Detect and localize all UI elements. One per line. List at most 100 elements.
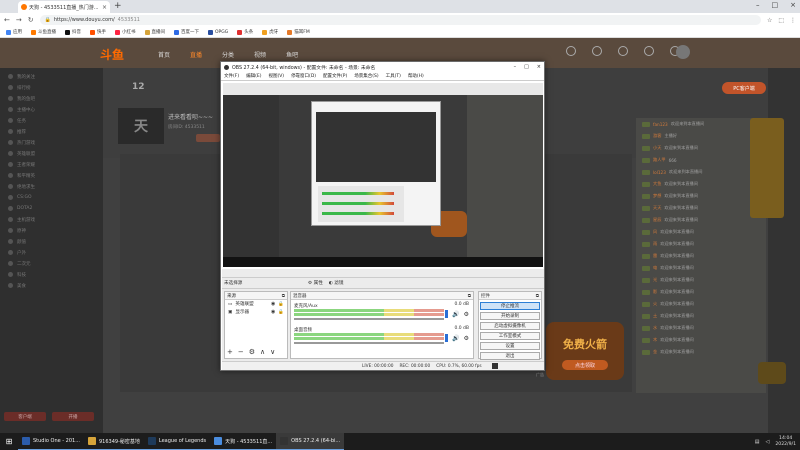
chat-username[interactable]: fan123	[653, 122, 668, 127]
network-icon[interactable]: ▤	[755, 439, 760, 445]
chat-username[interactable]: 大鱼	[653, 181, 661, 187]
sidebar-item[interactable]: 原神	[0, 225, 103, 236]
clock[interactable]: 14:04 2022/9/1	[775, 436, 796, 448]
obs-menu-item[interactable]: 工具(T)	[386, 73, 401, 79]
control-button[interactable]: 设置	[480, 342, 540, 350]
obs-maximize-icon[interactable]: □	[524, 64, 529, 70]
bookmark-item[interactable]: 虎牙	[262, 29, 278, 35]
sidebar-item[interactable]: 科技	[0, 269, 103, 280]
sidebar-item[interactable]: 我的关注	[0, 71, 103, 82]
sidebar-item[interactable]: 和平精英	[0, 170, 103, 181]
message-icon[interactable]	[618, 46, 628, 56]
obs-preview[interactable]	[223, 83, 543, 267]
chat-username[interactable]: 风	[653, 229, 657, 235]
control-button[interactable]: 启动虚拟摄像机	[480, 322, 540, 330]
minimize-icon[interactable]: –	[756, 1, 760, 9]
close-tab-icon[interactable]: ×	[102, 4, 107, 11]
close-window-icon[interactable]: ×	[790, 1, 796, 9]
source-item[interactable]: ▣ 显示器 ◉ 🔒	[225, 308, 287, 316]
remove-icon[interactable]: −	[238, 348, 244, 356]
bookmark-item[interactable]: 猫耳FM	[287, 29, 310, 35]
bookmark-item[interactable]: 应用	[6, 29, 22, 35]
chat-username[interactable]: 雷	[653, 253, 657, 259]
bookmark-item[interactable]: 小红书	[115, 29, 136, 35]
sidebar-item[interactable]: 主机游戏	[0, 214, 103, 225]
start-icon[interactable]: ⊞	[0, 433, 18, 450]
control-button[interactable]: 工作室模式	[480, 332, 540, 340]
volume-icon[interactable]: ◁	[766, 439, 770, 445]
taskbar-item[interactable]: 天狗 - 4533511直...	[210, 433, 277, 450]
start-live-button[interactable]: 开播	[52, 412, 94, 421]
bookmark-item[interactable]: 快手	[90, 29, 106, 35]
speaker-icon[interactable]: 🔊	[452, 335, 459, 342]
promo-badge[interactable]	[758, 362, 786, 384]
volume-slider[interactable]	[294, 342, 444, 344]
sidebar-item[interactable]: CS:GO	[0, 192, 103, 203]
streamer-avatar[interactable]: 天	[118, 108, 164, 144]
sidebar-item[interactable]: 英雄联盟	[0, 148, 103, 159]
obs-menu-item[interactable]: 编辑(E)	[246, 73, 261, 79]
nav-link[interactable]: 鱼吧	[286, 50, 298, 59]
chat-username[interactable]: 土	[653, 313, 657, 319]
sidebar-item[interactable]: 任务	[0, 115, 103, 126]
url-field[interactable]: 🔒 https://www.douyu.com/4533511	[39, 15, 761, 25]
speaker-icon[interactable]: 🔊	[452, 311, 459, 318]
volume-slider[interactable]	[294, 318, 444, 320]
filters-button[interactable]: ◐ 滤镜	[329, 280, 344, 286]
chat-username[interactable]: 水	[653, 325, 657, 331]
sidebar-item[interactable]: 主播中心	[0, 104, 103, 115]
source-item[interactable]: ▭ 英雄联盟 ◉ 🔒	[225, 300, 287, 308]
chat-username[interactable]: 电	[653, 265, 657, 271]
taskbar-item[interactable]: League of Legends	[143, 433, 211, 450]
pc-client-button[interactable]: PC客户端	[722, 82, 766, 94]
chat-username[interactable]: lol123	[653, 170, 666, 175]
new-tab-icon[interactable]: +	[114, 1, 122, 11]
sidebar-item[interactable]: DOTA2	[0, 203, 103, 214]
menu-dots-icon[interactable]: ⋮	[790, 17, 796, 24]
bookmark-item[interactable]: 头条	[237, 29, 253, 35]
move-down-icon[interactable]: ∨	[270, 348, 275, 356]
bookmark-item[interactable]: OPGG	[208, 29, 228, 35]
properties-button[interactable]: ⚙ 属性	[308, 280, 323, 286]
forward-icon[interactable]: →	[16, 16, 22, 24]
chat-username[interactable]: 木	[653, 337, 657, 343]
channel-settings-icon[interactable]: ⚙	[464, 335, 469, 342]
sidebar-item[interactable]: 热门游戏	[0, 137, 103, 148]
undock-icon[interactable]: ⧉	[468, 293, 471, 299]
chat-username[interactable]: 金	[653, 349, 657, 355]
sidebar-item[interactable]: 绝地求生	[0, 181, 103, 192]
obs-close-icon[interactable]: ×	[537, 64, 541, 70]
sidebar-item[interactable]: 美食	[0, 280, 103, 291]
visibility-icon[interactable]: ◉	[271, 309, 275, 315]
control-button[interactable]: 停止推流	[480, 302, 540, 310]
undock-icon[interactable]: ⧉	[282, 293, 285, 299]
obs-menu-item[interactable]: 配置文件(P)	[323, 73, 347, 79]
undock-icon[interactable]: ⧉	[536, 293, 539, 299]
visibility-icon[interactable]: ◉	[271, 301, 275, 307]
obs-menu-item[interactable]: 帮助(H)	[408, 73, 424, 79]
sidebar-item[interactable]: 排行榜	[0, 82, 103, 93]
lock-icon[interactable]: 🔒	[278, 310, 284, 315]
star-icon[interactable]: ☆	[767, 17, 772, 24]
chat-username[interactable]: 游客	[653, 133, 661, 139]
obs-menu-item[interactable]: 视图(V)	[268, 73, 284, 79]
chat-username[interactable]: 星辰	[653, 217, 661, 223]
download-icon[interactable]	[644, 46, 654, 56]
sidebar-item[interactable]: 推荐	[0, 126, 103, 137]
obs-menu-item[interactable]: 停靠窗口(D)	[291, 73, 316, 79]
browser-tab[interactable]: 天狗 - 4533511直播_热门游... ×	[18, 1, 110, 13]
bookmark-item[interactable]: 抖音	[65, 29, 81, 35]
obs-menu-item[interactable]: 文件(F)	[224, 73, 239, 79]
taskbar-item[interactable]: OBS 27.2.4 (64-bi...	[276, 433, 345, 450]
volume-knob[interactable]	[445, 310, 449, 318]
sidebar-item[interactable]: 颜值	[0, 236, 103, 247]
chat-username[interactable]: 小天	[653, 145, 661, 151]
lock-icon[interactable]: 🔒	[278, 302, 284, 307]
chat-username[interactable]: 路人甲	[653, 157, 666, 163]
user-avatar[interactable]	[676, 45, 690, 59]
sidebar-item[interactable]: 我的鱼吧	[0, 93, 103, 104]
extensions-icon[interactable]: ⬚	[778, 17, 784, 24]
volume-knob[interactable]	[445, 334, 449, 342]
nav-link[interactable]: 首页	[158, 50, 170, 59]
sidebar-item[interactable]: 二次元	[0, 258, 103, 269]
